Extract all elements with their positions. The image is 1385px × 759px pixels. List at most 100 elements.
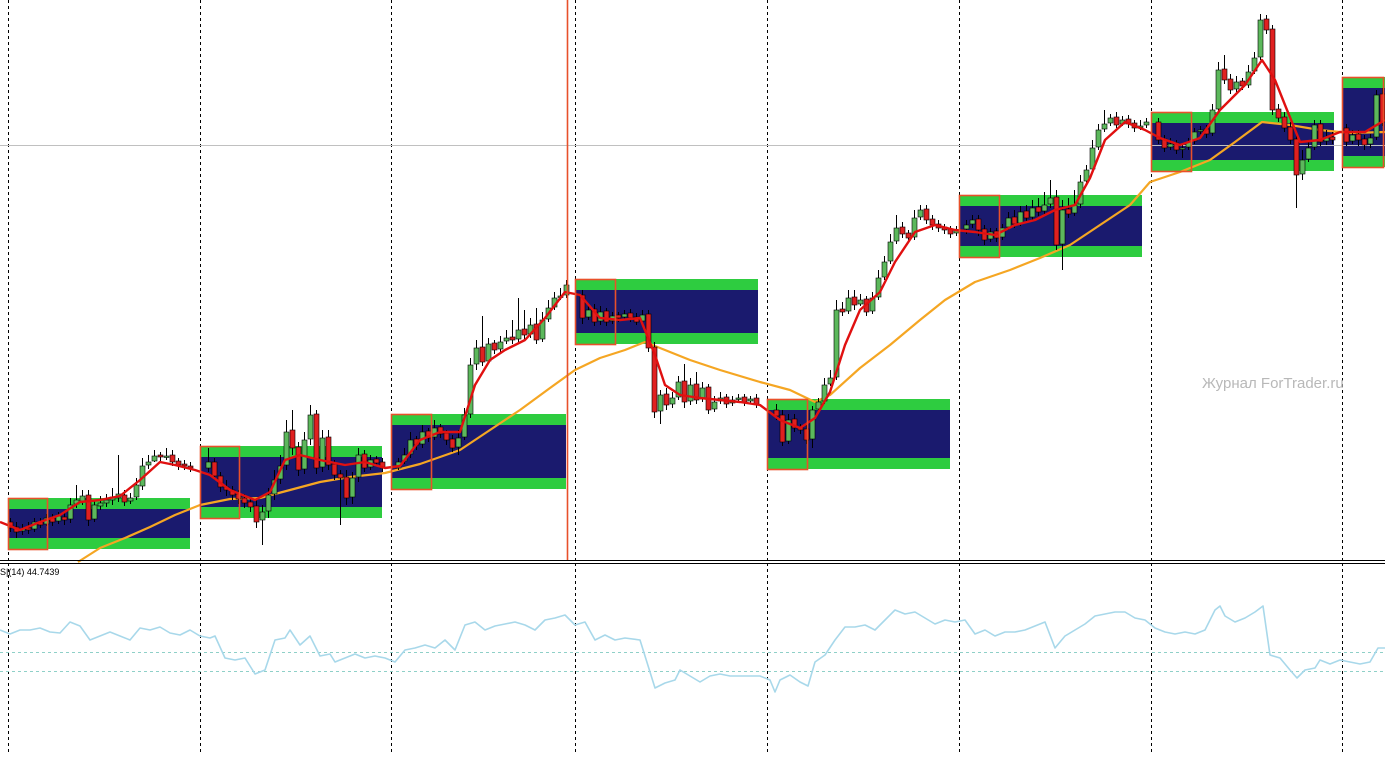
candle-body bbox=[615, 314, 622, 319]
candle-body bbox=[1281, 116, 1288, 129]
candle-body bbox=[851, 296, 858, 306]
candle-body bbox=[1233, 81, 1240, 90]
candle-body bbox=[515, 329, 522, 340]
candle bbox=[1317, 120, 1324, 146]
candle-body bbox=[163, 455, 170, 458]
candle-body bbox=[711, 401, 718, 410]
candle-body bbox=[521, 328, 528, 336]
candle-body bbox=[747, 398, 754, 402]
candle-body bbox=[509, 336, 516, 341]
candle-body bbox=[923, 208, 930, 221]
candle-body bbox=[1343, 127, 1350, 143]
candle-body bbox=[1197, 129, 1204, 132]
candle-body bbox=[1041, 204, 1048, 212]
candle-body bbox=[455, 437, 462, 448]
candle-body bbox=[839, 308, 846, 313]
candle-body bbox=[349, 477, 356, 498]
rsi-label-value: 44.7439 bbox=[26, 567, 60, 577]
candle-body bbox=[1361, 138, 1368, 146]
candle-body bbox=[103, 499, 110, 504]
candle-body bbox=[1035, 206, 1042, 213]
candle-body bbox=[1143, 121, 1150, 126]
candle-body bbox=[1047, 197, 1054, 205]
candle-body bbox=[1257, 19, 1264, 58]
candle-body bbox=[151, 455, 158, 462]
candle-body bbox=[127, 497, 134, 502]
candle-body bbox=[881, 261, 888, 278]
candle-body bbox=[1053, 196, 1060, 246]
candle bbox=[1155, 118, 1162, 144]
watermark: Журнал ForTrader.ru bbox=[1202, 375, 1344, 392]
candle-body bbox=[479, 346, 486, 363]
candle-body bbox=[1275, 108, 1282, 119]
candle-body bbox=[259, 511, 266, 521]
candle-body bbox=[1227, 78, 1234, 91]
candle-body bbox=[1373, 94, 1380, 138]
candle-body bbox=[899, 226, 906, 235]
candle-body bbox=[603, 310, 610, 323]
price-chart bbox=[0, 0, 1385, 754]
candle-body bbox=[289, 429, 296, 449]
candle-body bbox=[969, 219, 976, 225]
candle-body bbox=[355, 454, 362, 478]
candle-body bbox=[449, 438, 456, 449]
candle-body bbox=[1329, 136, 1336, 141]
candle-body bbox=[1029, 207, 1036, 218]
candle-body bbox=[91, 504, 98, 520]
candle-body bbox=[211, 461, 218, 477]
candle-body bbox=[145, 461, 152, 466]
candle-body bbox=[1349, 134, 1356, 142]
chart-window: S|(14) 44.7439 Журнал ForTrader.ru bbox=[0, 0, 1385, 754]
candle-body bbox=[1167, 143, 1174, 148]
candle-body bbox=[1263, 18, 1270, 31]
candle-body bbox=[121, 494, 128, 503]
candle-body bbox=[1367, 137, 1374, 145]
zone-body-3 bbox=[575, 290, 758, 333]
candle-body bbox=[1299, 159, 1306, 175]
candle-body bbox=[247, 501, 254, 508]
candle-body bbox=[1017, 211, 1024, 224]
candle-body bbox=[473, 347, 480, 365]
candle bbox=[1053, 190, 1060, 250]
candle-body bbox=[319, 437, 326, 468]
candle-body bbox=[443, 432, 450, 441]
candle bbox=[1269, 25, 1276, 115]
candle-body bbox=[1355, 133, 1362, 141]
candle-body bbox=[917, 209, 924, 218]
candle-body bbox=[253, 505, 260, 523]
candle-body bbox=[845, 297, 852, 312]
candle-body bbox=[295, 446, 302, 471]
candle-body bbox=[157, 454, 164, 458]
candle-body bbox=[1311, 124, 1318, 148]
candle-body bbox=[627, 312, 634, 319]
candle-body bbox=[85, 494, 92, 521]
candle-body bbox=[241, 497, 248, 504]
candle-body bbox=[61, 516, 68, 521]
rsi-indicator-label: S|(14) 44.7439 bbox=[0, 567, 59, 577]
candle-body bbox=[1293, 138, 1300, 176]
candle bbox=[467, 358, 474, 418]
candle-body bbox=[331, 463, 338, 476]
candle-body bbox=[1221, 68, 1228, 81]
candle bbox=[1257, 14, 1264, 60]
candle-body bbox=[887, 241, 894, 262]
candle-body bbox=[1287, 126, 1294, 141]
main-panel bbox=[0, 0, 1385, 563]
candle-body bbox=[1065, 208, 1072, 215]
candle-body bbox=[491, 342, 498, 351]
candle-body bbox=[1215, 69, 1222, 110]
candle-body bbox=[1005, 217, 1012, 228]
candle-body bbox=[669, 397, 676, 405]
candle-body bbox=[1269, 28, 1276, 111]
zone-body-2 bbox=[391, 425, 566, 478]
candle-body bbox=[663, 393, 670, 406]
candle-body bbox=[585, 309, 592, 318]
candle bbox=[313, 410, 320, 474]
candle-body bbox=[169, 454, 176, 463]
candle-body bbox=[337, 473, 344, 479]
candle-body bbox=[133, 484, 140, 498]
candle-body bbox=[681, 380, 688, 403]
candle-body bbox=[1179, 147, 1186, 150]
candle-body bbox=[307, 414, 314, 440]
candle-body bbox=[1101, 123, 1108, 130]
